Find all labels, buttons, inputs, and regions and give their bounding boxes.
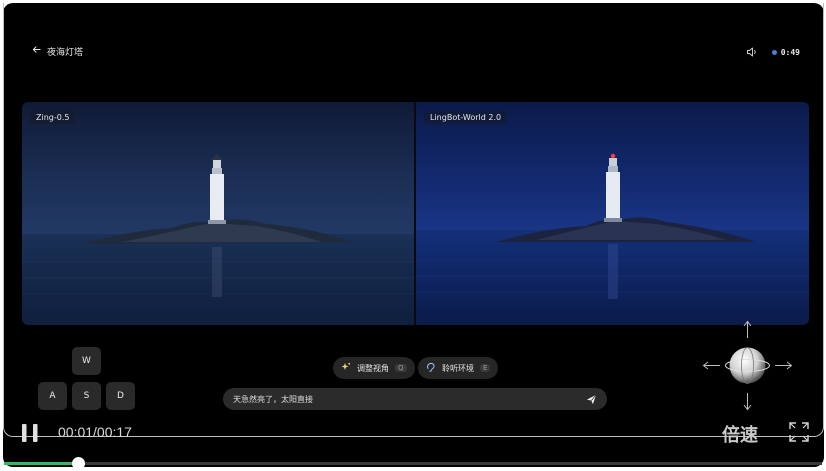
key-a[interactable]: A	[38, 382, 67, 410]
listen-environment-hotkey: E	[480, 364, 491, 372]
key-w[interactable]: W	[72, 347, 101, 375]
send-icon[interactable]	[586, 390, 597, 409]
session-timer: 0:49	[771, 48, 800, 57]
pause-icon[interactable]	[21, 423, 39, 443]
progress-track[interactable]	[4, 462, 822, 465]
arrow-left-icon	[32, 45, 41, 57]
timer-value: 0:49	[780, 48, 800, 57]
playback-speed-button[interactable]: 倍速	[722, 421, 758, 447]
ear-icon	[426, 362, 436, 374]
key-d[interactable]: D	[106, 382, 135, 410]
fullscreen-icon[interactable]	[789, 422, 809, 442]
model-label-right: LingBot-World 2.0	[424, 111, 508, 124]
model-label-left: Zing-0.5	[30, 111, 76, 124]
adjust-view-label: 调整视角	[357, 363, 389, 373]
camera-orbit-control[interactable]	[700, 318, 795, 413]
panel-lingbot: LingBot-World 2.0	[416, 102, 809, 325]
adjust-view-button[interactable]: 调整视角 Q	[333, 357, 415, 379]
progress-fill	[4, 462, 78, 465]
progress-scrubber[interactable]	[71, 457, 85, 470]
back-label: 夜海灯塔	[47, 47, 84, 58]
key-s[interactable]: S	[72, 382, 101, 410]
listen-environment-label: 聆听环境	[442, 363, 474, 373]
adjust-view-hotkey: Q	[395, 364, 407, 372]
lighthouse-scene-left	[22, 102, 414, 325]
prompt-text: 天急然亮了，太阳直接	[233, 394, 313, 404]
speaker-icon[interactable]	[746, 43, 758, 62]
recording-dot-icon	[771, 50, 777, 55]
sparkle-icon	[341, 362, 351, 374]
back-button[interactable]: 夜海灯塔	[32, 44, 83, 58]
panel-zing: Zing-0.5	[22, 102, 414, 325]
lighthouse-scene-right	[416, 102, 809, 325]
listen-environment-button[interactable]: 聆听环境 E	[418, 357, 499, 379]
prompt-input[interactable]: 天急然亮了，太阳直接	[223, 388, 607, 410]
playback-time: 00:01/00:17	[58, 424, 132, 440]
